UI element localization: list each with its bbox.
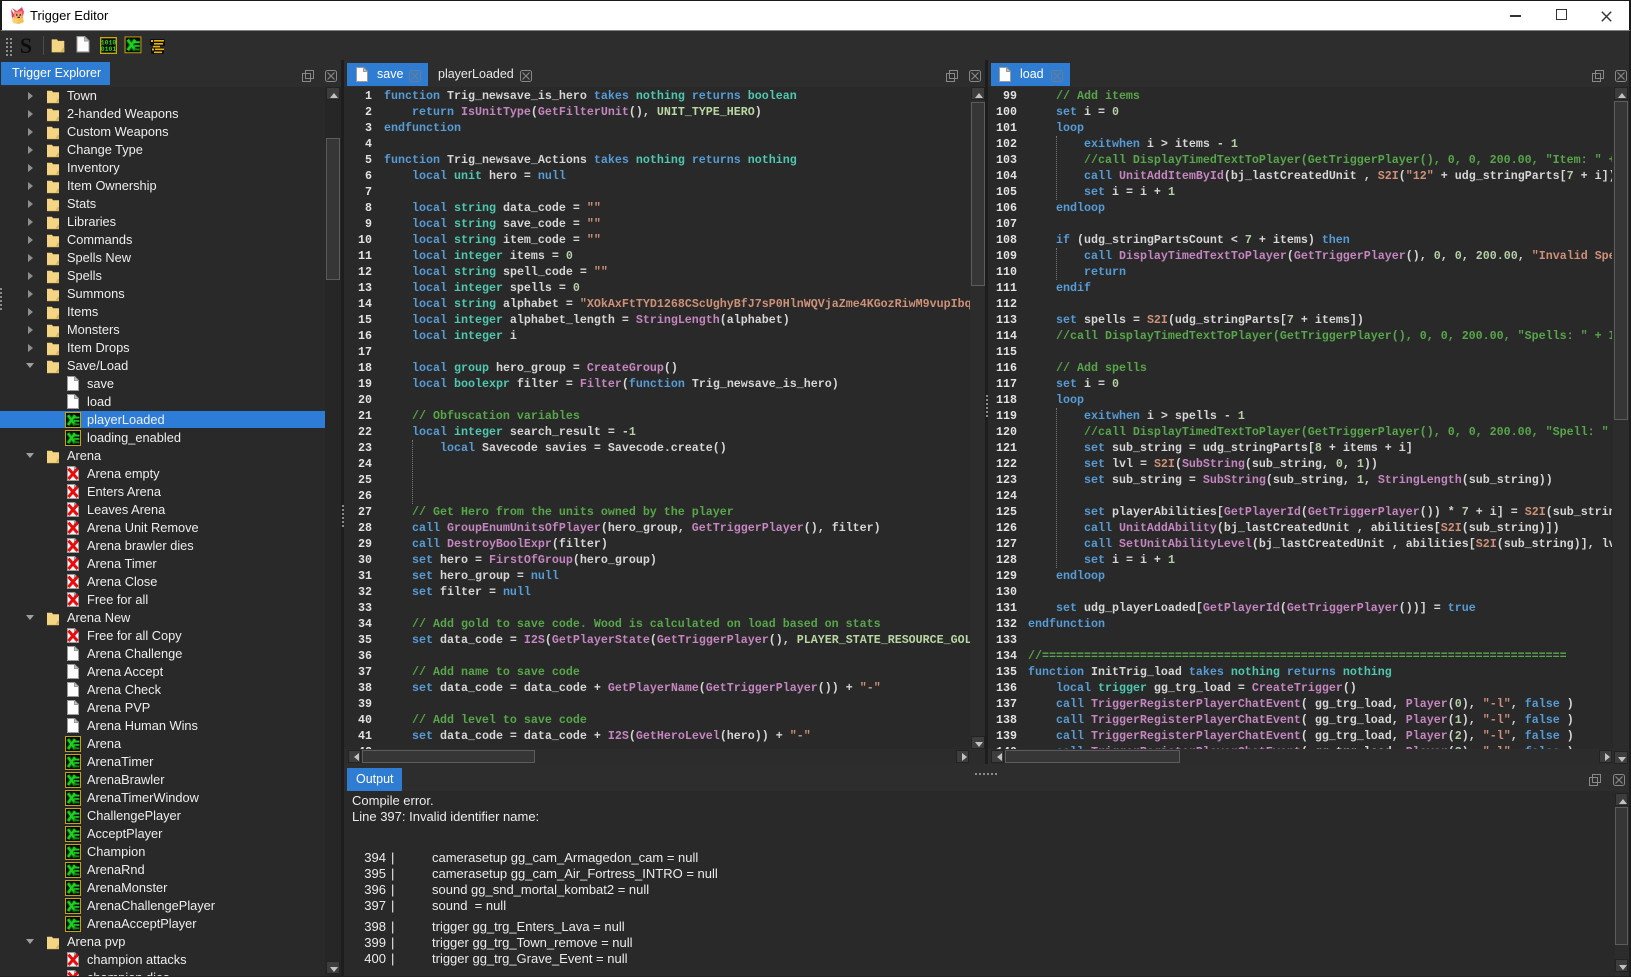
svg-text:0101: 0101: [101, 46, 117, 53]
svg-text:S: S: [20, 36, 32, 56]
